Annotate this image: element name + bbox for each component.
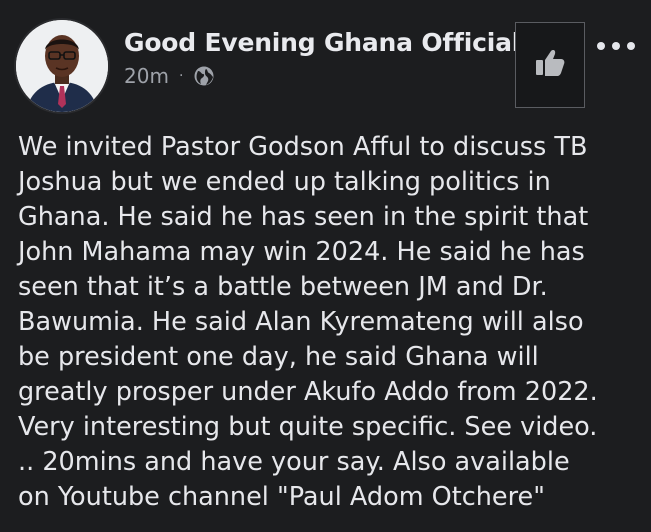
post-text-line: on Youtube channel "Paul Adom Otchere"	[18, 482, 545, 512]
more-options-icon[interactable]	[597, 38, 635, 54]
post-text-line: Joshua but we ended up talking politics …	[18, 167, 551, 197]
page-name-link[interactable]: Good Evening Ghana Official	[124, 28, 520, 57]
post-text-line: .. 20mins and have your say. Also availa…	[18, 447, 570, 477]
like-button[interactable]	[515, 22, 585, 108]
dot	[627, 42, 635, 50]
post-text-line: greatly prosper under Akufo Addo from 20…	[18, 377, 598, 407]
post-text-line: We invited Pastor Godson Afful to discus…	[18, 132, 588, 162]
thumbs-up-icon	[533, 46, 567, 84]
post-text-line: Ghana. He said he has seen in the spirit…	[18, 202, 589, 232]
post-text-line: Very interesting but quite specific. See…	[18, 412, 598, 442]
post-text-line: seen that it’s a battle between JM and D…	[18, 272, 548, 302]
facebook-post: Good Evening Ghana Official 20m · We inv…	[0, 0, 651, 532]
post-text-line: Bawumia. He said Alan Kyremateng will al…	[18, 307, 584, 337]
post-text-line: John Mahama may win 2024. He said he has	[18, 237, 585, 267]
avatar[interactable]	[14, 18, 110, 114]
dot	[597, 42, 605, 50]
post-text-line: be president one day, he said Ghana will	[18, 342, 539, 372]
globe-icon[interactable]	[193, 65, 215, 87]
post-timestamp[interactable]: 20m	[124, 64, 169, 88]
post-meta: 20m ·	[124, 64, 215, 88]
dot	[612, 42, 620, 50]
meta-separator: ·	[178, 68, 184, 84]
post-body-text: We invited Pastor Godson Afful to discus…	[18, 130, 648, 515]
